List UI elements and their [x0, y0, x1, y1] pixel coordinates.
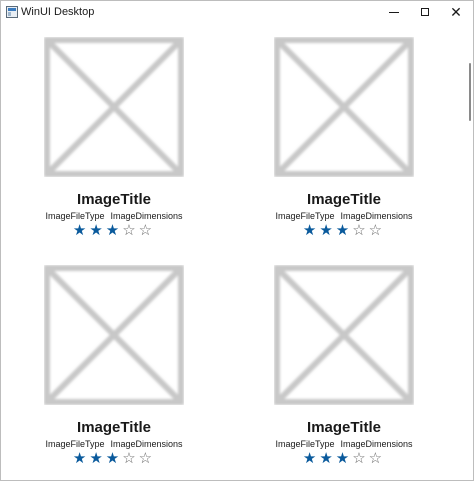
image-placeholder: [44, 265, 184, 405]
star-filled-icon[interactable]: ★: [336, 450, 352, 467]
star-filled-icon[interactable]: ★: [319, 450, 335, 467]
image-dimensions: ImageDimensions: [340, 439, 413, 449]
rating-control[interactable]: ★★★☆☆: [1, 221, 227, 239]
app-icon: [6, 6, 18, 18]
image-file-type: ImageFileType: [45, 439, 105, 449]
star-empty-icon[interactable]: ☆: [352, 450, 368, 467]
rating-control[interactable]: ★★★☆☆: [231, 449, 457, 467]
image-placeholder-icon: [274, 37, 414, 177]
image-title: ImageTitle: [77, 191, 151, 208]
image-title: ImageTitle: [307, 419, 381, 436]
rating-control[interactable]: ★★★☆☆: [1, 449, 227, 467]
star-empty-icon[interactable]: ☆: [122, 222, 138, 239]
minimize-button[interactable]: [377, 1, 411, 23]
image-dimensions: ImageDimensions: [110, 211, 183, 221]
image-metadata: ImageFileType ImageDimensions: [1, 211, 227, 221]
image-metadata: ImageFileType ImageDimensions: [231, 439, 457, 449]
image-placeholder: [44, 37, 184, 177]
star-filled-icon[interactable]: ★: [303, 450, 319, 467]
star-empty-icon[interactable]: ☆: [139, 222, 155, 239]
rating-control[interactable]: ★★★☆☆: [231, 221, 457, 239]
image-file-type: ImageFileType: [45, 211, 105, 221]
star-empty-icon[interactable]: ☆: [369, 222, 385, 239]
image-file-type: ImageFileType: [275, 211, 335, 221]
image-placeholder-icon: [274, 265, 414, 405]
image-card[interactable]: ImageTitle ImageFileType ImageDimensions …: [231, 251, 461, 481]
image-gallery: ImageTitle ImageFileType ImageDimensions …: [1, 23, 467, 481]
vertical-scrollbar[interactable]: [467, 23, 473, 481]
window-title: WinUI Desktop: [21, 6, 95, 18]
star-filled-icon[interactable]: ★: [89, 222, 105, 239]
image-placeholder: [274, 37, 414, 177]
star-filled-icon[interactable]: ★: [73, 450, 89, 467]
image-placeholder-icon: [44, 37, 184, 177]
image-card[interactable]: ImageTitle ImageFileType ImageDimensions …: [1, 23, 231, 253]
maximize-button[interactable]: [408, 1, 442, 23]
star-empty-icon[interactable]: ☆: [122, 450, 138, 467]
image-metadata: ImageFileType ImageDimensions: [1, 439, 227, 449]
app-window: WinUI Desktop ✕ ImageTitle ImageFileType…: [0, 0, 474, 481]
star-filled-icon[interactable]: ★: [106, 222, 122, 239]
image-dimensions: ImageDimensions: [110, 439, 183, 449]
scrollbar-thumb[interactable]: [469, 63, 471, 121]
image-file-type: ImageFileType: [275, 439, 335, 449]
title-bar[interactable]: WinUI Desktop ✕: [1, 1, 473, 23]
star-filled-icon[interactable]: ★: [336, 222, 352, 239]
maximize-icon: [421, 8, 429, 16]
star-filled-icon[interactable]: ★: [89, 450, 105, 467]
image-metadata: ImageFileType ImageDimensions: [231, 211, 457, 221]
star-empty-icon[interactable]: ☆: [369, 450, 385, 467]
image-card[interactable]: ImageTitle ImageFileType ImageDimensions …: [231, 23, 461, 253]
star-filled-icon[interactable]: ★: [319, 222, 335, 239]
star-empty-icon[interactable]: ☆: [352, 222, 368, 239]
image-title: ImageTitle: [307, 191, 381, 208]
image-placeholder-icon: [44, 265, 184, 405]
star-filled-icon[interactable]: ★: [303, 222, 319, 239]
star-filled-icon[interactable]: ★: [73, 222, 89, 239]
image-card[interactable]: ImageTitle ImageFileType ImageDimensions …: [1, 251, 231, 481]
image-dimensions: ImageDimensions: [340, 211, 413, 221]
star-filled-icon[interactable]: ★: [106, 450, 122, 467]
image-placeholder: [274, 265, 414, 405]
close-icon: ✕: [450, 3, 462, 20]
image-title: ImageTitle: [77, 419, 151, 436]
close-button[interactable]: ✕: [439, 1, 473, 23]
star-empty-icon[interactable]: ☆: [139, 450, 155, 467]
minimize-icon: [389, 11, 399, 13]
